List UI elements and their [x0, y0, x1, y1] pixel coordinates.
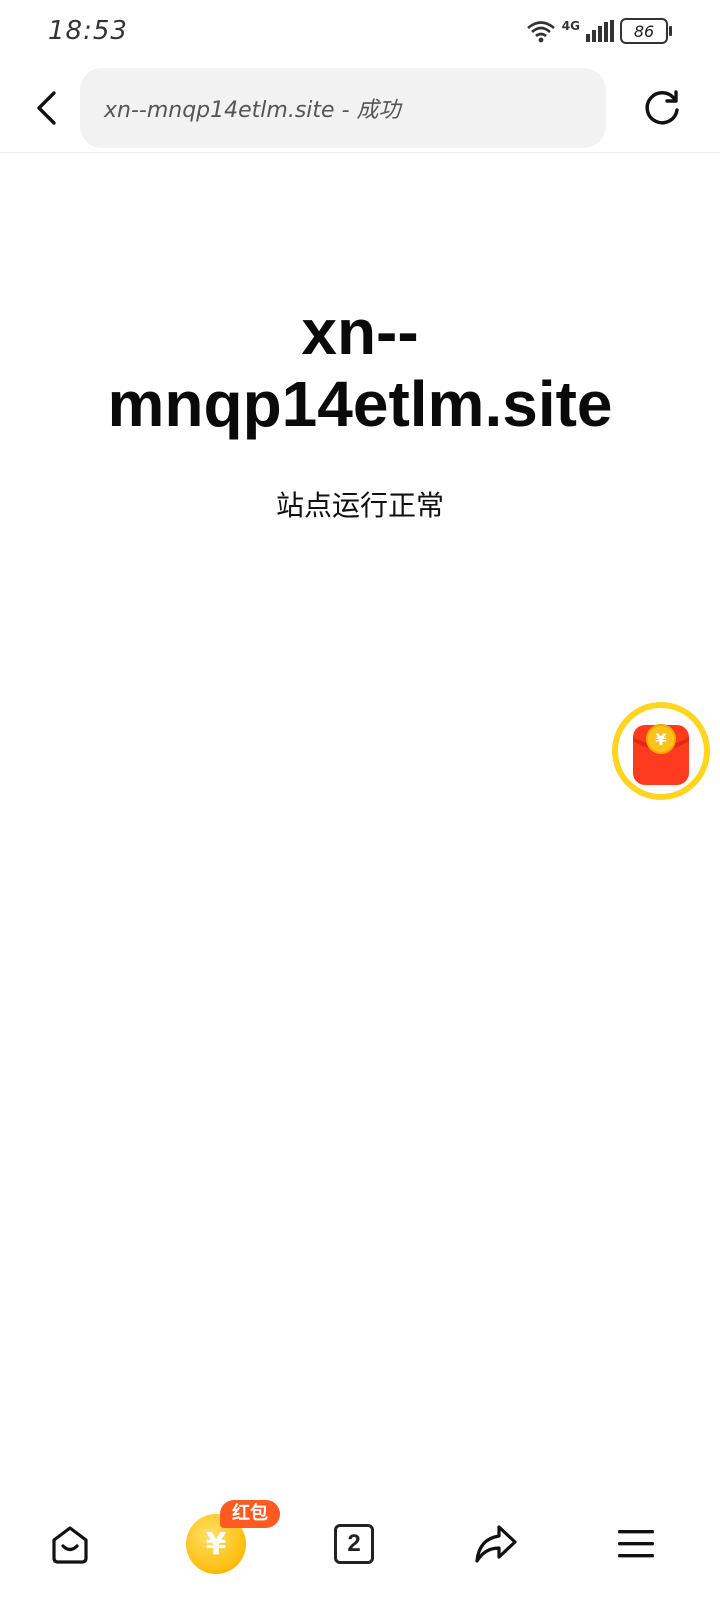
hongbao-badge: 红包 — [220, 1500, 280, 1528]
coin-symbol: ¥ — [205, 1526, 227, 1562]
home-icon — [52, 1526, 88, 1564]
wifi-icon — [526, 21, 555, 43]
menu-icon — [618, 1530, 654, 1558]
refresh-icon — [645, 90, 679, 125]
menu-button[interactable] — [604, 1512, 668, 1576]
tabs-button[interactable]: 2 — [322, 1512, 386, 1576]
tabs-count-icon: 2 — [334, 1524, 374, 1564]
back-button[interactable] — [24, 82, 68, 134]
site-status-text: 站点运行正常 — [275, 489, 444, 522]
tabs-count: 2 — [347, 1530, 361, 1557]
status-icons: 4G 86 — [526, 18, 672, 44]
browser-toolbar: xn--mnqp14etlm.site - 成功 — [0, 64, 720, 153]
red-packet-icon: ¥ — [633, 724, 689, 785]
refresh-button[interactable] — [638, 84, 686, 132]
bottom-nav: ¥ 红包 2 — [0, 1492, 720, 1600]
status-bar: 18:53 4G 86 — [0, 0, 720, 64]
signal-icon — [586, 20, 614, 42]
share-button[interactable] — [464, 1512, 528, 1576]
battery-icon: 86 — [620, 18, 672, 44]
battery-level: 86 — [633, 21, 655, 41]
home-button[interactable] — [38, 1512, 102, 1576]
status-time: 18:53 — [48, 16, 128, 46]
share-icon — [475, 1525, 517, 1563]
network-type-label: 4G — [561, 19, 580, 33]
address-bar[interactable]: xn--mnqp14etlm.site - 成功 — [80, 68, 606, 148]
page-title: xn--mnqp14etlm.site — [107, 296, 613, 440]
address-bar-text: xn--mnqp14etlm.site - 成功 — [104, 98, 401, 123]
floating-red-packet-button[interactable]: ¥ — [612, 702, 710, 800]
svg-text:¥: ¥ — [655, 730, 666, 749]
chevron-left-icon — [37, 91, 56, 125]
